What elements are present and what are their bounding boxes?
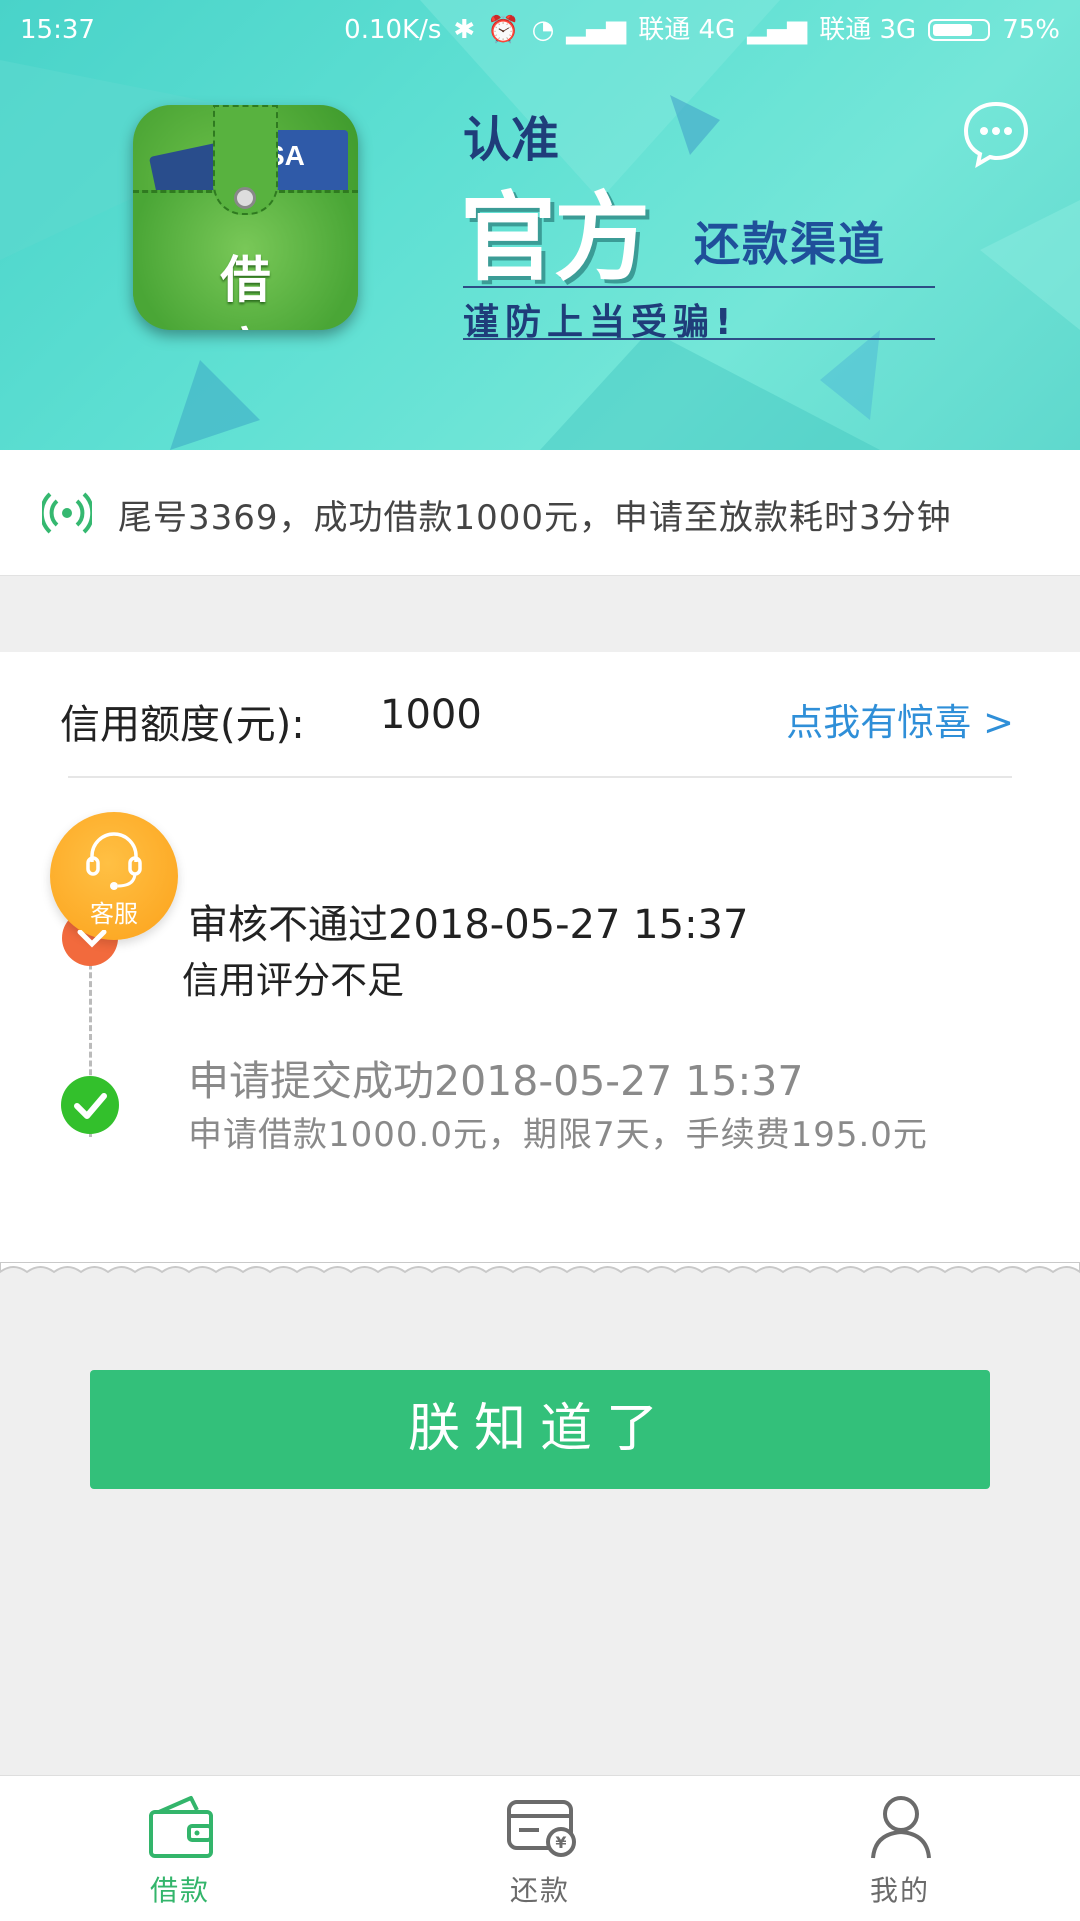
- success-check-icon: [61, 1076, 119, 1134]
- slogan-rule-top: [463, 286, 935, 288]
- loan-notice-bar: 尾号3369，成功借款1000元，申请至放款耗时3分钟: [0, 450, 1080, 576]
- notice-text: 尾号3369，成功借款1000元，申请至放款耗时3分钟: [118, 498, 952, 538]
- close-x-icon: [77, 930, 107, 948]
- banner[interactable]: 15:37 0.10K/s ✱ ⏰ ◔ ▂▄▆ 联通 4G ▂▄▆ 联通 3G …: [0, 0, 1080, 450]
- tab-label: 还款: [509, 1874, 570, 1907]
- headset-icon: [86, 832, 142, 890]
- svg-text:¥: ¥: [555, 1833, 566, 1852]
- loan-status-card: 信用额度(元): 1000 点我有惊喜 > 审核不通过2018-05-27 15…: [0, 652, 1080, 1264]
- tab-borrow[interactable]: 借款: [0, 1776, 360, 1921]
- customer-service-button[interactable]: 客服: [50, 812, 178, 940]
- customer-service-label: 客服: [90, 900, 138, 928]
- broadcast-icon: [42, 492, 92, 534]
- acknowledge-button[interactable]: 朕知道了: [90, 1370, 990, 1489]
- alarm-icon: ⏰: [487, 15, 520, 45]
- bottom-tab-bar: 借款 ¥ 还款 我的: [0, 1775, 1080, 1921]
- timeline-item-title: 审核不通过2018-05-27 15:37: [188, 902, 749, 948]
- timeline-item-title: 申请提交成功2018-05-27 15:37: [188, 1057, 804, 1105]
- status-bar: 15:37 0.10K/s ✱ ⏰ ◔ ▂▄▆ 联通 4G ▂▄▆ 联通 3G …: [0, 0, 1080, 60]
- bluetooth-icon: ✱: [453, 15, 476, 45]
- app-logo-label: 借 享: [220, 251, 301, 330]
- wallet-snap: [234, 187, 256, 209]
- app-logo: SA 借 享: [133, 105, 358, 330]
- timeline-item-detail: 信用评分不足: [182, 959, 404, 1002]
- wifi-icon: ◔: [531, 15, 555, 45]
- chat-bubble-icon[interactable]: [960, 98, 1032, 170]
- battery-percent: 75%: [1002, 15, 1060, 45]
- battery-icon: [928, 19, 991, 41]
- slogan-small: 还款渠道: [694, 217, 886, 271]
- carrier-2: 联通 3G: [819, 15, 917, 45]
- user-icon: [871, 1796, 931, 1859]
- promo-link[interactable]: 点我有惊喜 >: [786, 692, 1014, 746]
- network-speed: 0.10K/s: [344, 15, 442, 45]
- tab-label: 我的: [869, 1874, 930, 1907]
- tab-repay[interactable]: ¥ 还款: [360, 1776, 720, 1921]
- wallet-icon: [149, 1796, 213, 1858]
- slogan-rule-bottom: [463, 338, 935, 340]
- repay-card-icon: ¥: [507, 1800, 576, 1857]
- credit-limit-value: 1000: [380, 692, 482, 738]
- credit-limit-label: 信用额度(元):: [60, 702, 305, 748]
- timeline-item-detail: 申请借款1000.0元，期限7天，手续费195.0元: [188, 1115, 928, 1155]
- tab-label: 借款: [149, 1874, 210, 1907]
- divider: [68, 776, 1012, 778]
- receipt-edge: [0, 1262, 1080, 1274]
- carrier-1: 联通 4G: [638, 15, 736, 45]
- signal-icon: ▂▄▆: [747, 15, 808, 45]
- signal-icon: ▂▄▆: [566, 15, 627, 45]
- slogan-big: 官方: [460, 182, 650, 294]
- tab-mine[interactable]: 我的: [720, 1776, 1080, 1921]
- status-time: 15:37: [20, 15, 95, 45]
